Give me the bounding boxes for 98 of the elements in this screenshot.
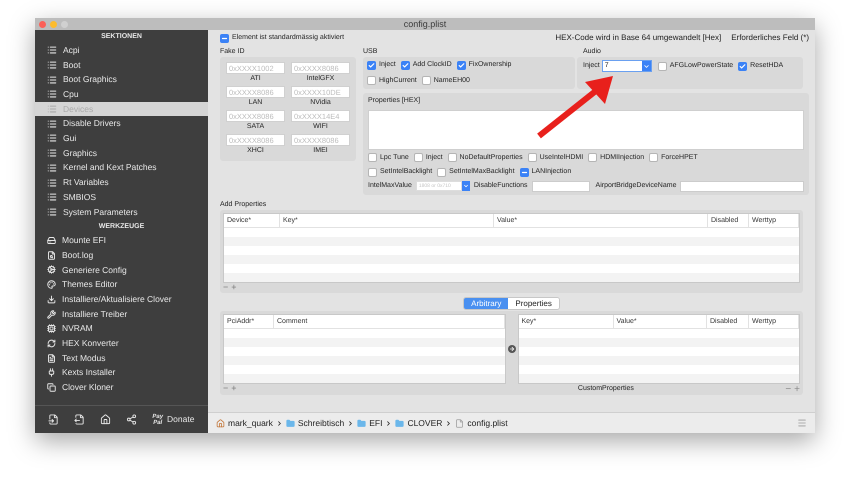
checkbox[interactable]: [738, 62, 748, 70]
sidebar-item[interactable]: Kernel and Kext Patches: [35, 160, 208, 176]
window-title: config.plist: [404, 18, 446, 30]
donate-label: Donate: [167, 413, 194, 426]
chevron-right-icon: [385, 420, 392, 426]
path-item[interactable]: config.plist: [455, 416, 508, 430]
chevron-down-icon: [642, 62, 650, 70]
path-item[interactable]: mark_quark: [216, 416, 273, 430]
sidebar-item[interactable]: Installiere/Aktualisiere Clover: [35, 292, 208, 307]
wrench-icon: [47, 310, 56, 319]
palette-icon: [47, 280, 56, 290]
drive-icon: [47, 236, 56, 246]
home-icon: [216, 418, 225, 428]
download-icon: [47, 294, 56, 304]
home-icon[interactable]: [100, 414, 112, 425]
checkbox[interactable]: [528, 153, 537, 162]
sidebar-item[interactable]: System Parameters: [35, 204, 208, 220]
sidebar-item[interactable]: SMBIOS: [35, 190, 208, 205]
checkbox[interactable]: [437, 168, 446, 177]
checkbox[interactable]: [658, 62, 667, 70]
menu-icon[interactable]: [797, 418, 807, 428]
properties-hex-field[interactable]: [368, 110, 804, 150]
sidebar-item[interactable]: Boot: [35, 58, 208, 72]
sidebar-item[interactable]: Mounte EFI: [35, 233, 208, 248]
checkbox[interactable]: [456, 60, 466, 70]
sidebar-item[interactable]: Acpi: [35, 43, 208, 58]
minimize-button[interactable]: [50, 20, 57, 28]
folder-icon: [357, 418, 366, 428]
list-icon: [47, 133, 57, 144]
chevron-right-icon: [276, 420, 283, 426]
path-item[interactable]: CLOVER: [395, 416, 442, 430]
close-button[interactable]: [39, 20, 46, 28]
file-icon: [455, 418, 464, 428]
path-item[interactable]: Schreibtisch: [286, 416, 344, 430]
sidebar-item[interactable]: Boot.log: [35, 248, 208, 263]
chip-icon: [47, 324, 56, 334]
sidebar-item[interactable]: Boot Graphics: [35, 72, 208, 88]
hex-note: HEX-Code wird in Base 64 umgewandelt [Hex]: [555, 32, 722, 44]
list-icon: [47, 104, 57, 114]
check-icon: [402, 62, 409, 69]
sidebar-item[interactable]: Graphics: [35, 146, 208, 160]
checkbox[interactable]: [367, 60, 376, 70]
checkbox[interactable]: [400, 60, 410, 70]
checkbox[interactable]: [448, 153, 457, 162]
checkbox[interactable]: [368, 168, 377, 177]
refresh-icon: [47, 338, 56, 348]
input-field[interactable]: [532, 180, 590, 192]
sidebar-item[interactable]: Rt Variables: [35, 175, 208, 190]
list-icon: [47, 178, 57, 188]
checkbox[interactable]: [422, 76, 431, 86]
list-icon: [47, 162, 57, 173]
sidebar-item[interactable]: Gui: [35, 131, 208, 146]
check-icon: [368, 62, 375, 69]
input-field[interactable]: [680, 180, 804, 192]
copy-icon: [47, 382, 56, 392]
chevron-right-icon: [445, 420, 452, 426]
arrow-right-button[interactable]: [508, 344, 516, 352]
plug-icon: [47, 368, 56, 378]
file-search-icon: [47, 250, 56, 260]
required-note: Erforderliches Feld (*): [731, 32, 809, 44]
list-icon: [47, 89, 57, 100]
sidebar-item[interactable]: Generiere Config: [35, 262, 208, 278]
list-icon: [47, 118, 57, 129]
check-icon: [458, 62, 465, 69]
sidebar-item[interactable]: Kexts Installer: [35, 365, 208, 380]
sidebar-item[interactable]: NVRAM: [35, 321, 208, 336]
checkbox[interactable]: [368, 153, 377, 162]
list-icon: [47, 206, 57, 217]
sidebar-item[interactable]: Disable Drivers: [35, 116, 208, 132]
list-icon: [47, 45, 57, 56]
list-icon: [47, 192, 57, 202]
sidebar-item[interactable]: Themes Editor: [35, 277, 208, 292]
chevron-right-icon: [347, 420, 354, 426]
list-icon: [47, 74, 57, 85]
sidebar-item[interactable]: Text Modus: [35, 350, 208, 366]
folder-icon: [286, 418, 295, 428]
path-item[interactable]: EFI: [357, 416, 382, 430]
folder-icon: [395, 418, 404, 428]
sidebar-item[interactable]: Clover Kloner: [35, 380, 208, 395]
list-icon: [47, 148, 57, 158]
checkbox[interactable]: [588, 153, 598, 162]
share-icon[interactable]: [126, 414, 138, 425]
checkbox[interactable]: [220, 34, 229, 42]
import-icon[interactable]: [48, 414, 60, 425]
check-icon: [739, 62, 746, 70]
sidebar-item[interactable]: Cpu: [35, 87, 208, 102]
sidebar-item[interactable]: HEX Konverter: [35, 336, 208, 351]
list-icon: [47, 60, 57, 70]
text-file-icon: [47, 354, 56, 363]
checkbox[interactable]: [649, 153, 658, 162]
checkbox[interactable]: [520, 168, 529, 177]
segment-tab[interactable]: Properties: [508, 298, 559, 308]
gear-icon: [47, 265, 56, 274]
sidebar-item[interactable]: Installiere Treiber: [35, 306, 208, 322]
export-icon[interactable]: [74, 414, 86, 425]
checkbox[interactable]: [414, 153, 423, 162]
checkbox[interactable]: [367, 76, 376, 86]
chevron-down-icon: [462, 183, 469, 189]
